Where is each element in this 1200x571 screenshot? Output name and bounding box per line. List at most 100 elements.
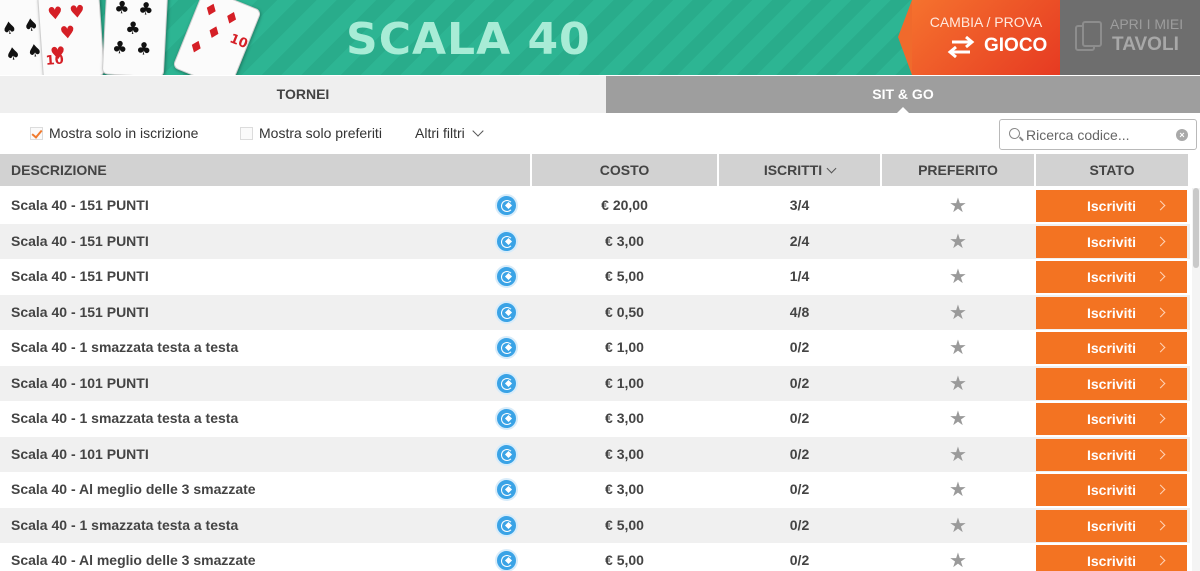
- enroll-button[interactable]: Iscriviti: [1036, 332, 1187, 364]
- scrollbar[interactable]: [1192, 188, 1200, 571]
- header-enrolled[interactable]: ISCRITTI: [719, 154, 880, 186]
- game-title: SCALA 40: [346, 14, 591, 65]
- switch-game-button[interactable]: CAMBIA / PROVA GIOCO: [898, 0, 1060, 75]
- only-enrolling-label: Mostra solo in iscrizione: [49, 125, 199, 141]
- table-row[interactable]: Scala 40 - 151 PUNTI € 20,00 3/4 ★ Iscriviti: [0, 188, 1190, 224]
- row-description: Scala 40 - Al meglio delle 3 smazzate: [11, 481, 256, 497]
- game-mode-icon: [495, 549, 518, 571]
- row-cost: € 5,00: [605, 268, 644, 284]
- enroll-button[interactable]: Iscriviti: [1036, 545, 1187, 571]
- more-filters-dropdown[interactable]: Altri filtri: [415, 125, 484, 141]
- table-body: Scala 40 - 151 PUNTI € 20,00 3/4 ★ Iscriviti…: [0, 188, 1190, 571]
- row-enrolled: 0/2: [789, 481, 810, 497]
- table-row[interactable]: Scala 40 - 1 smazzata testa a testa € 3,0…: [0, 401, 1190, 437]
- enroll-button[interactable]: Iscriviti: [1036, 190, 1187, 222]
- enroll-button[interactable]: Iscriviti: [1036, 261, 1187, 293]
- my-tables-button[interactable]: APRI I MIEI TAVOLI: [1060, 0, 1200, 75]
- table-row[interactable]: Scala 40 - 151 PUNTI € 5,00 1/4 ★ Iscriviti: [0, 259, 1190, 295]
- row-description: Scala 40 - 151 PUNTI: [11, 303, 149, 320]
- row-enrolled: 1/4: [789, 268, 810, 284]
- table-row[interactable]: Scala 40 - 101 PUNTI € 3,00 0/2 ★ Iscriviti: [0, 436, 1190, 473]
- table-row[interactable]: Scala 40 - 1 smazzata testa a testa € 1,0…: [0, 330, 1190, 366]
- row-enrolled: 0/2: [789, 410, 810, 426]
- scrollbar-thumb[interactable]: [1193, 188, 1199, 268]
- game-type-tabs: TORNEI SIT & GO: [0, 76, 1200, 114]
- only-favorites-checkbox[interactable]: [240, 126, 253, 140]
- header-cost: COSTO: [532, 154, 717, 186]
- star-icon[interactable]: ★: [882, 508, 1034, 544]
- star-icon[interactable]: ★: [882, 224, 1034, 260]
- row-description: Scala 40 - 1 smazzata testa a testa: [11, 410, 239, 426]
- star-icon[interactable]: ★: [882, 188, 1034, 224]
- only-favorites-filter[interactable]: Mostra solo preferiti: [240, 125, 382, 141]
- row-cost: € 3,00: [605, 445, 644, 462]
- row-description: Scala 40 - 151 PUNTI: [11, 268, 149, 284]
- row-enrolled: 0/2: [789, 516, 810, 533]
- enroll-button[interactable]: Iscriviti: [1036, 474, 1187, 506]
- game-mode-icon: [495, 478, 518, 501]
- row-description: Scala 40 - 151 PUNTI: [11, 232, 149, 249]
- search-box: ×: [999, 119, 1197, 150]
- star-icon[interactable]: ★: [882, 401, 1034, 437]
- diamond-card-icon: ♦ ♦ ♦ ♦ 10: [172, 0, 262, 75]
- row-cost: € 3,00: [605, 481, 644, 497]
- switch-game-label-bottom: GIOCO: [984, 35, 1048, 56]
- header-favorite: PREFERITO: [882, 154, 1034, 186]
- only-enrolling-filter[interactable]: Mostra solo in iscrizione: [30, 125, 198, 141]
- my-tables-label-top: APRI I MIEI: [1110, 16, 1184, 32]
- enroll-button[interactable]: Iscriviti: [1036, 403, 1187, 435]
- table-row[interactable]: Scala 40 - 101 PUNTI € 1,00 0/2 ★ Iscriviti: [0, 365, 1190, 402]
- star-icon[interactable]: ★: [882, 437, 1034, 473]
- row-enrolled: 0/2: [789, 374, 810, 391]
- enroll-button[interactable]: Iscriviti: [1036, 296, 1187, 329]
- filter-bar: Mostra solo in iscrizione Mostra solo pr…: [0, 114, 1200, 154]
- my-tables-label-bottom: TAVOLI: [1112, 34, 1179, 55]
- star-icon[interactable]: ★: [882, 472, 1034, 508]
- table-row[interactable]: Scala 40 - Al meglio delle 3 smazzate € 5…: [0, 543, 1190, 571]
- row-cost: € 1,00: [605, 374, 644, 391]
- only-enrolling-checkbox[interactable]: [30, 126, 43, 140]
- table-header: DESCRIZIONE COSTO ISCRITTI PREFERITO STA…: [0, 154, 1200, 186]
- star-icon[interactable]: ★: [882, 366, 1034, 402]
- table-row[interactable]: Scala 40 - Al meglio delle 3 smazzate € 3…: [0, 472, 1190, 508]
- enroll-button[interactable]: Iscriviti: [1036, 225, 1187, 258]
- game-mode-icon: [495, 300, 518, 324]
- enroll-button[interactable]: Iscriviti: [1036, 367, 1187, 400]
- search-input[interactable]: [1026, 124, 1174, 146]
- enroll-button[interactable]: Iscriviti: [1036, 509, 1187, 542]
- row-cost: € 1,00: [605, 339, 644, 355]
- banner: ♠ ♠ ♠ ♠ ♥ ♥ ♥ ♥ 10 ♣ ♣ ♣ ♣ ♣ ♦ ♦ ♦ ♦ 10 SCALA 40…: [0, 0, 1200, 75]
- search-icon: [1009, 128, 1020, 139]
- game-mode-icon: [495, 513, 518, 537]
- star-icon[interactable]: ★: [882, 259, 1034, 295]
- table-row[interactable]: Scala 40 - 1 smazzata testa a testa € 5,0…: [0, 507, 1190, 544]
- chevron-down-icon: [472, 125, 484, 137]
- enroll-button[interactable]: Iscriviti: [1036, 438, 1187, 471]
- row-description: Scala 40 - Al meglio delle 3 smazzate: [11, 552, 256, 568]
- row-description: Scala 40 - 1 smazzata testa a testa: [11, 339, 239, 355]
- tables-icon: [1075, 21, 1102, 51]
- row-enrolled: 3/4: [789, 197, 810, 213]
- row-cost: € 5,00: [605, 552, 644, 568]
- table-row[interactable]: Scala 40 - 151 PUNTI € 0,50 4/8 ★ Iscriviti: [0, 294, 1190, 331]
- banner-main: ♠ ♠ ♠ ♠ ♥ ♥ ♥ ♥ 10 ♣ ♣ ♣ ♣ ♣ ♦ ♦ ♦ ♦ 10 SCALA 40: [0, 0, 912, 75]
- tab-tornei[interactable]: TORNEI: [0, 76, 606, 113]
- row-cost: € 20,00: [601, 197, 648, 213]
- header-description: DESCRIZIONE: [0, 154, 530, 186]
- star-icon[interactable]: ★: [882, 543, 1034, 571]
- more-filters-label: Altri filtri: [415, 125, 465, 141]
- row-cost: € 0,50: [605, 303, 644, 320]
- enroll-button-label: Iscriviti: [1086, 553, 1137, 569]
- row-description: Scala 40 - 1 smazzata testa a testa: [11, 516, 239, 533]
- game-mode-icon: [495, 371, 518, 395]
- star-icon[interactable]: ★: [882, 330, 1034, 366]
- star-icon[interactable]: ★: [882, 295, 1034, 331]
- clear-icon[interactable]: ×: [1176, 129, 1188, 141]
- game-mode-icon: [495, 194, 518, 217]
- row-cost: € 3,00: [605, 410, 644, 426]
- game-mode-icon: [495, 265, 518, 288]
- tab-sit-and-go[interactable]: SIT & GO: [606, 76, 1200, 114]
- switch-game-label-top: CAMBIA / PROVA: [929, 14, 1043, 30]
- table-row[interactable]: Scala 40 - 151 PUNTI € 3,00 2/4 ★ Iscriviti: [0, 223, 1190, 260]
- game-mode-icon: [495, 407, 518, 430]
